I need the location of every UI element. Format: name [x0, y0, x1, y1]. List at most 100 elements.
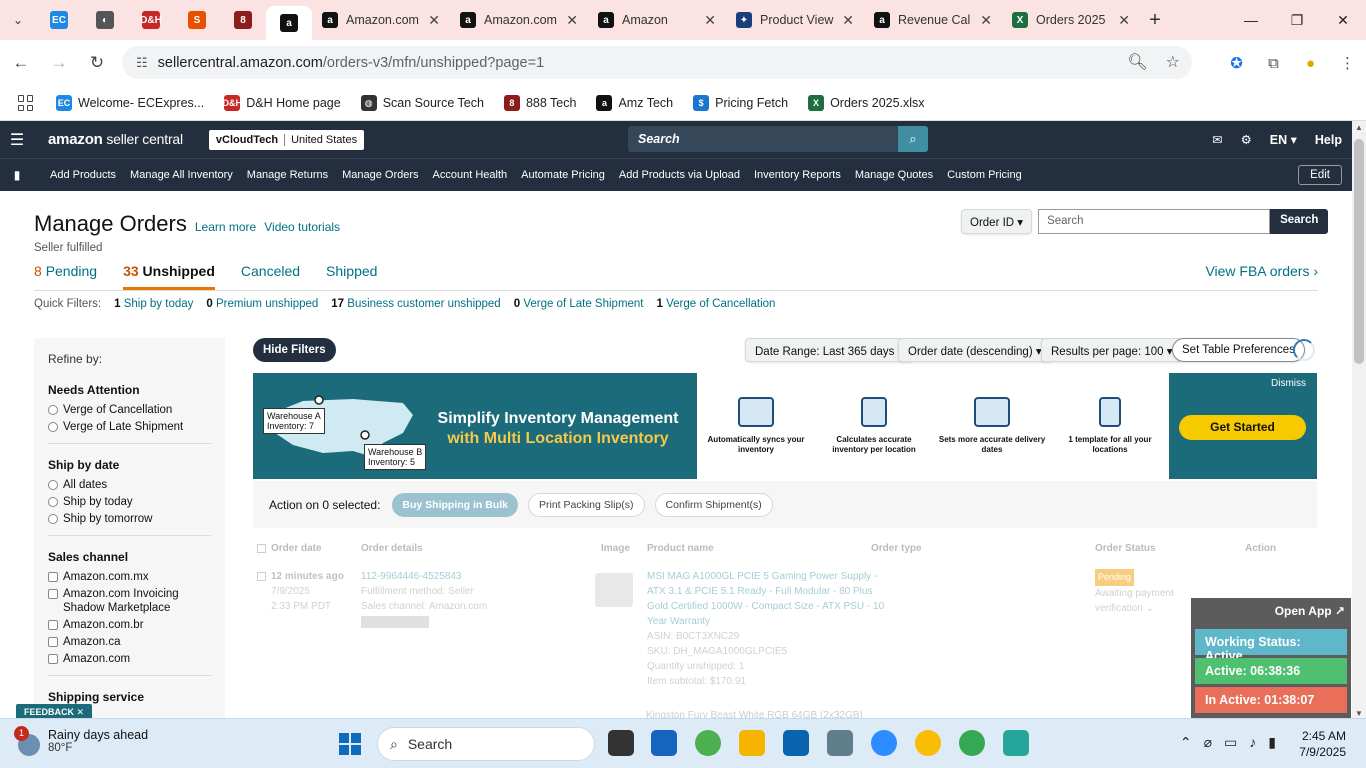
sort-dropdown[interactable]: Order date (descending) ▾ — [898, 338, 1052, 362]
close-tab-icon[interactable]: ✕ — [980, 12, 992, 29]
chrome-profile-icon[interactable] — [915, 730, 941, 756]
bookmark-nav-icon[interactable]: ▮ — [0, 168, 34, 182]
quick-filter-cancellation[interactable]: 1 Verge of Cancellation — [657, 298, 776, 310]
pinned-tab[interactable]: a — [266, 6, 312, 40]
task-view-icon[interactable] — [608, 730, 634, 756]
filter-radio-option[interactable]: Verge of Late Shipment — [48, 420, 211, 434]
display-icon[interactable]: ▭ — [1224, 734, 1237, 751]
date-range-dropdown[interactable]: Date Range: Last 365 days ▾ — [745, 338, 914, 362]
filter-checkbox-option[interactable]: Amazon.ca — [48, 635, 211, 649]
chrome-icon[interactable] — [695, 730, 721, 756]
browser-tab[interactable]: a Amazon ✕ — [588, 0, 726, 40]
scroll-up-icon[interactable]: ▲ — [1352, 123, 1366, 132]
radio-button[interactable] — [48, 422, 58, 432]
filter-radio-option[interactable]: Ship by today — [48, 495, 211, 509]
zoom-icon[interactable] — [871, 730, 897, 756]
pinned-tab[interactable]: 8 — [220, 0, 266, 40]
pinned-tab[interactable]: S — [174, 0, 220, 40]
filter-checkbox-option[interactable]: Amazon.com.br — [48, 618, 211, 632]
quick-filter-premium[interactable]: 0 Premium unshipped — [206, 298, 318, 310]
hide-filters-button[interactable]: Hide Filters — [253, 338, 336, 362]
open-app-link[interactable]: Open App ↗ — [1275, 604, 1345, 618]
bookmark-item[interactable]: EC Welcome- ECExpres... — [56, 95, 204, 111]
profile-avatar[interactable]: ● — [1292, 40, 1329, 86]
bookmark-item[interactable]: 8 888 Tech — [503, 95, 576, 111]
mail-icon[interactable]: ✉ — [1212, 132, 1222, 147]
filter-radio-option[interactable]: Verge of Cancellation — [48, 403, 211, 417]
system-clock[interactable]: 2:45 AM 7/9/2025 — [1299, 728, 1346, 760]
bookmark-item[interactable]: D&H D&H Home page — [222, 95, 341, 111]
order-search-button[interactable]: Search — [1270, 209, 1329, 234]
volume-icon[interactable]: ♪ — [1249, 734, 1256, 751]
puzzle-icon[interactable]: ⧉ — [1255, 40, 1292, 86]
checkbox[interactable] — [48, 589, 58, 599]
global-search-button[interactable]: ⌕ — [898, 126, 928, 152]
col-order-date[interactable]: Order date — [271, 543, 322, 554]
checkbox[interactable] — [48, 637, 58, 647]
taskbar-search[interactable]: ⌕ Search — [377, 727, 595, 761]
windows-start-icon[interactable] — [339, 733, 361, 755]
order-search-input[interactable]: Search — [1038, 209, 1271, 234]
nav-link-manage-orders[interactable]: Manage Orders — [342, 169, 418, 181]
hamburger-menu-icon[interactable]: ☰ — [0, 130, 34, 150]
help-link[interactable]: Help — [1315, 133, 1342, 147]
account-switcher[interactable]: vCloudTech United States — [208, 129, 365, 150]
scroll-down-icon[interactable]: ▼ — [1352, 709, 1366, 718]
nav-link-inventory-reports[interactable]: Inventory Reports — [754, 169, 841, 181]
row-checkbox[interactable] — [257, 572, 266, 581]
buy-shipping-bulk-button[interactable]: Buy Shipping in Bulk — [392, 492, 518, 517]
file-explorer-icon[interactable] — [739, 730, 765, 756]
site-info-icon[interactable]: ☷ — [136, 55, 148, 71]
checkbox[interactable] — [48, 620, 58, 630]
quick-filter-ship-today[interactable]: 1 Ship by today — [114, 298, 193, 310]
quick-filter-business[interactable]: 17 Business customer unshipped — [331, 298, 500, 310]
settings-gear-icon[interactable]: ⚙ — [1241, 132, 1252, 147]
app-icon[interactable] — [1003, 730, 1029, 756]
print-packing-slips-button[interactable]: Print Packing Slip(s) — [528, 492, 645, 517]
edit-nav-button[interactable]: Edit — [1298, 165, 1342, 185]
scrollbar-thumb[interactable] — [1354, 139, 1364, 364]
close-tab-icon[interactable]: ✕ — [566, 12, 578, 29]
product-thumbnail[interactable] — [595, 573, 633, 607]
bookmark-item[interactable]: X Orders 2025.xlsx — [808, 95, 925, 111]
page-scrollbar[interactable]: ▲ ▼ — [1352, 121, 1366, 718]
order-id-link[interactable]: 112-9964446-4525843 — [361, 569, 487, 584]
new-tab-button[interactable]: + — [1140, 9, 1170, 32]
seller-central-logo[interactable]: amazon seller central — [48, 131, 183, 148]
zoom-icon[interactable]: 🔍︎ — [1127, 52, 1147, 72]
tab-pending[interactable]: 8 Pending — [34, 263, 97, 290]
maximize-icon[interactable]: ❐ — [1274, 0, 1320, 40]
search-type-dropdown[interactable]: Order ID ▾ — [961, 209, 1033, 234]
minimize-icon[interactable]: — — [1228, 0, 1274, 40]
extension-icon[interactable]: ✪ — [1218, 40, 1255, 86]
checkbox[interactable] — [48, 654, 58, 664]
chrome-profile-2-icon[interactable] — [959, 730, 985, 756]
filter-checkbox-option[interactable]: Amazon.com.mx — [48, 570, 211, 584]
tray-chevron-icon[interactable]: ⌃ — [1180, 734, 1192, 751]
bookmark-item[interactable]: ◍ Scan Source Tech — [360, 95, 484, 111]
nav-link-automate-pricing[interactable]: Automate Pricing — [521, 169, 605, 181]
forward-icon[interactable]: → — [40, 53, 78, 73]
radio-button[interactable] — [48, 405, 58, 415]
apps-grid-icon[interactable] — [18, 95, 34, 111]
nav-link-manage-returns[interactable]: Manage Returns — [247, 169, 328, 181]
close-window-icon[interactable]: ✕ — [1320, 0, 1366, 40]
weather-widget[interactable]: 1 Rainy days ahead 80°F — [14, 726, 148, 756]
browser-tab[interactable]: a Revenue Cal ✕ — [864, 0, 1002, 40]
browser-tab[interactable]: X Orders 2025 ✕ — [1002, 0, 1140, 40]
nav-link-manage-quotes[interactable]: Manage Quotes — [855, 169, 933, 181]
network-icon[interactable]: ⌀ — [1204, 734, 1212, 751]
pinned-tab[interactable]: ◐ — [82, 0, 128, 40]
get-started-button[interactable]: Get Started — [1179, 415, 1306, 440]
pinned-tab[interactable]: EC — [36, 0, 82, 40]
battery-icon[interactable]: ▮ — [1268, 734, 1276, 751]
language-selector[interactable]: EN ▾ — [1270, 132, 1297, 147]
nav-link-add-products[interactable]: Add Products — [50, 169, 116, 181]
reload-icon[interactable]: ↻ — [78, 53, 116, 73]
dismiss-banner-link[interactable]: Dismiss — [1271, 378, 1306, 389]
filter-checkbox-option[interactable]: Amazon.com — [48, 652, 211, 666]
filter-checkbox-option[interactable]: Amazon.com Invoicing Shadow Marketplace — [48, 587, 211, 615]
checkbox[interactable] — [48, 572, 58, 582]
tab-unshipped[interactable]: 33 Unshipped — [123, 263, 215, 290]
nav-link-manage-all-inventory[interactable]: Manage All Inventory — [130, 169, 233, 181]
